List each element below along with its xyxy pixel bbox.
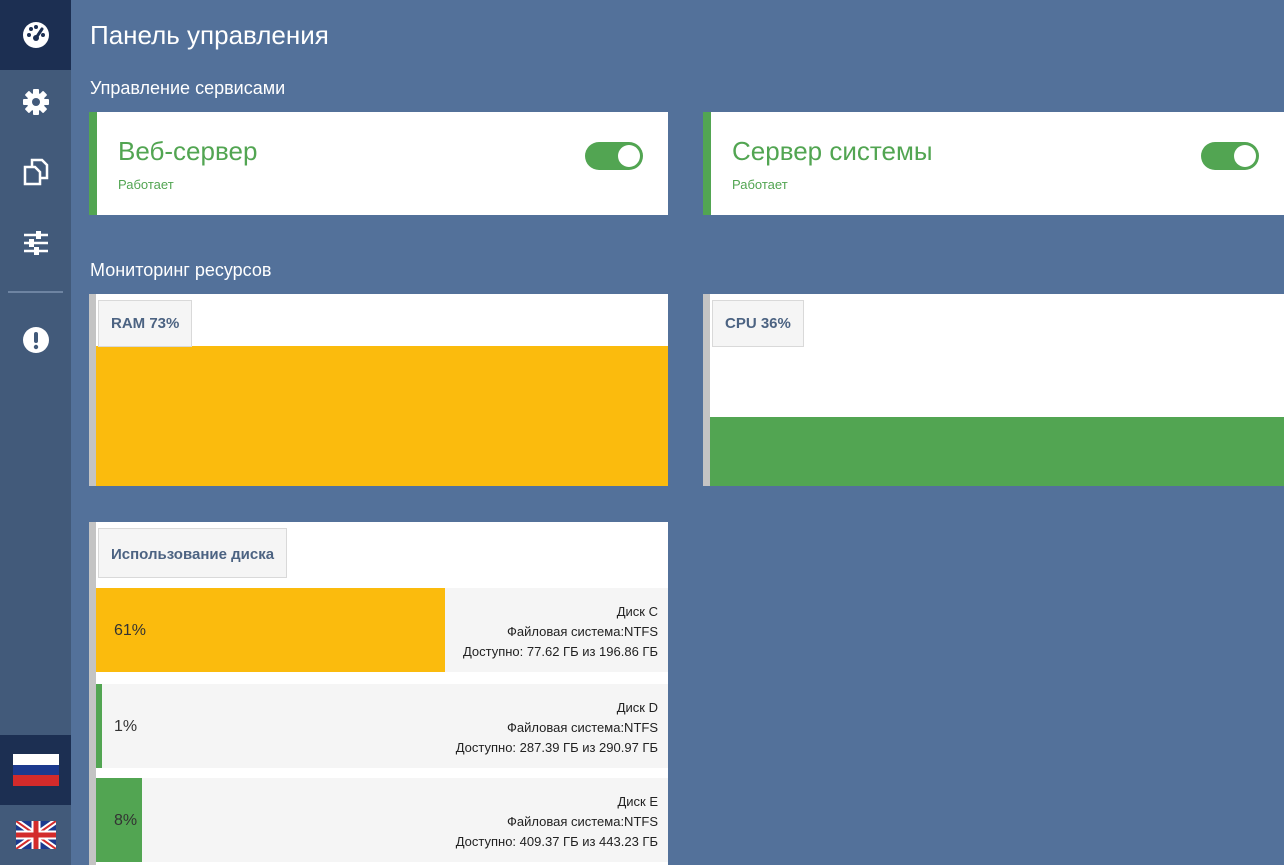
disk-e-info: Диск E Файловая система:NTFS Доступно: 4… (456, 792, 658, 852)
toggle-knob (1234, 145, 1256, 167)
service-card-web-server: Веб-сервер Работает (89, 112, 668, 215)
disk-d-fs: Файловая система:NTFS (507, 720, 658, 735)
disk-d-info: Диск D Файловая система:NTFS Доступно: 2… (456, 698, 658, 758)
flag-russia-icon (12, 754, 59, 786)
disk-d-available: Доступно: 287.39 ГБ из 290.97 ГБ (455, 740, 658, 755)
disk-c-fs: Файловая система:NTFS (507, 624, 658, 639)
disk-d-percent: 1% (114, 718, 138, 735)
sliders-icon (23, 231, 48, 255)
dashboard-icon (22, 22, 49, 48)
sidebar-divider (8, 291, 63, 293)
system-server-toggle[interactable] (1201, 142, 1259, 170)
disk-c-available: Доступно: 77.62 ГБ из 196.86 ГБ (462, 644, 658, 659)
disk-usage-card: Использование диска 61% Диск C Файловая … (89, 522, 668, 865)
service-card-system-server: Сервер системы Работает (703, 112, 1284, 215)
monitoring-section-title: Мониторинг ресурсов (90, 260, 272, 280)
disk-row-d: 1% Диск D Файловая система:NTFS Доступно… (96, 684, 668, 768)
page-title: Панель управления (90, 20, 329, 50)
language-english[interactable] (0, 805, 71, 865)
language-russian[interactable] (0, 735, 71, 805)
sidebar-item-copy[interactable] (0, 145, 71, 199)
flag-uk-icon (15, 821, 56, 849)
disk-c-usage-bar (96, 588, 445, 672)
toggle-knob (618, 145, 640, 167)
disk-c-percent: 61% (114, 622, 147, 639)
service-name: Сервер системы (732, 136, 933, 166)
sidebar-item-alerts[interactable] (0, 313, 71, 367)
cpu-label: CPU 36% (712, 300, 804, 347)
sidebar-item-sliders[interactable] (0, 216, 71, 270)
disk-e-name: Диск E (617, 794, 658, 809)
cpu-monitor-card: CPU 36% (703, 294, 1284, 486)
ram-label: RAM 73% (98, 300, 193, 347)
sidebar-item-settings[interactable] (0, 75, 71, 129)
gear-icon (22, 89, 49, 115)
disk-e-available: Доступно: 409.37 ГБ из 443.23 ГБ (455, 834, 658, 849)
sidebar (0, 0, 71, 865)
disk-d-name: Диск D (616, 700, 658, 715)
service-status: Работает (118, 177, 174, 192)
ram-usage-bar (96, 345, 668, 486)
service-name: Веб-сервер (118, 136, 258, 166)
disk-c-name: Диск C (616, 604, 658, 619)
disk-e-percent: 8% (114, 812, 138, 829)
disk-d-usage-bar (96, 684, 102, 768)
disk-row-c: 61% Диск C Файловая система:NTFS Доступн… (96, 588, 668, 672)
services-section-title: Управление сервисами (90, 78, 286, 98)
cpu-usage-bar (710, 416, 1284, 486)
ram-monitor-card: RAM 73% (89, 294, 668, 486)
service-status: Работает (732, 177, 788, 192)
disk-row-e: 8% Диск E Файловая система:NTFS Доступно… (96, 778, 668, 862)
web-server-toggle[interactable] (585, 142, 643, 170)
disk-e-fs: Файловая система:NTFS (507, 814, 658, 829)
copy-icon (23, 158, 48, 186)
disk-c-info: Диск C Файловая система:NTFS Доступно: 7… (463, 602, 658, 662)
disk-usage-title: Использование диска (98, 528, 288, 578)
sidebar-item-dashboard[interactable] (0, 0, 71, 70)
alert-icon (22, 327, 49, 353)
